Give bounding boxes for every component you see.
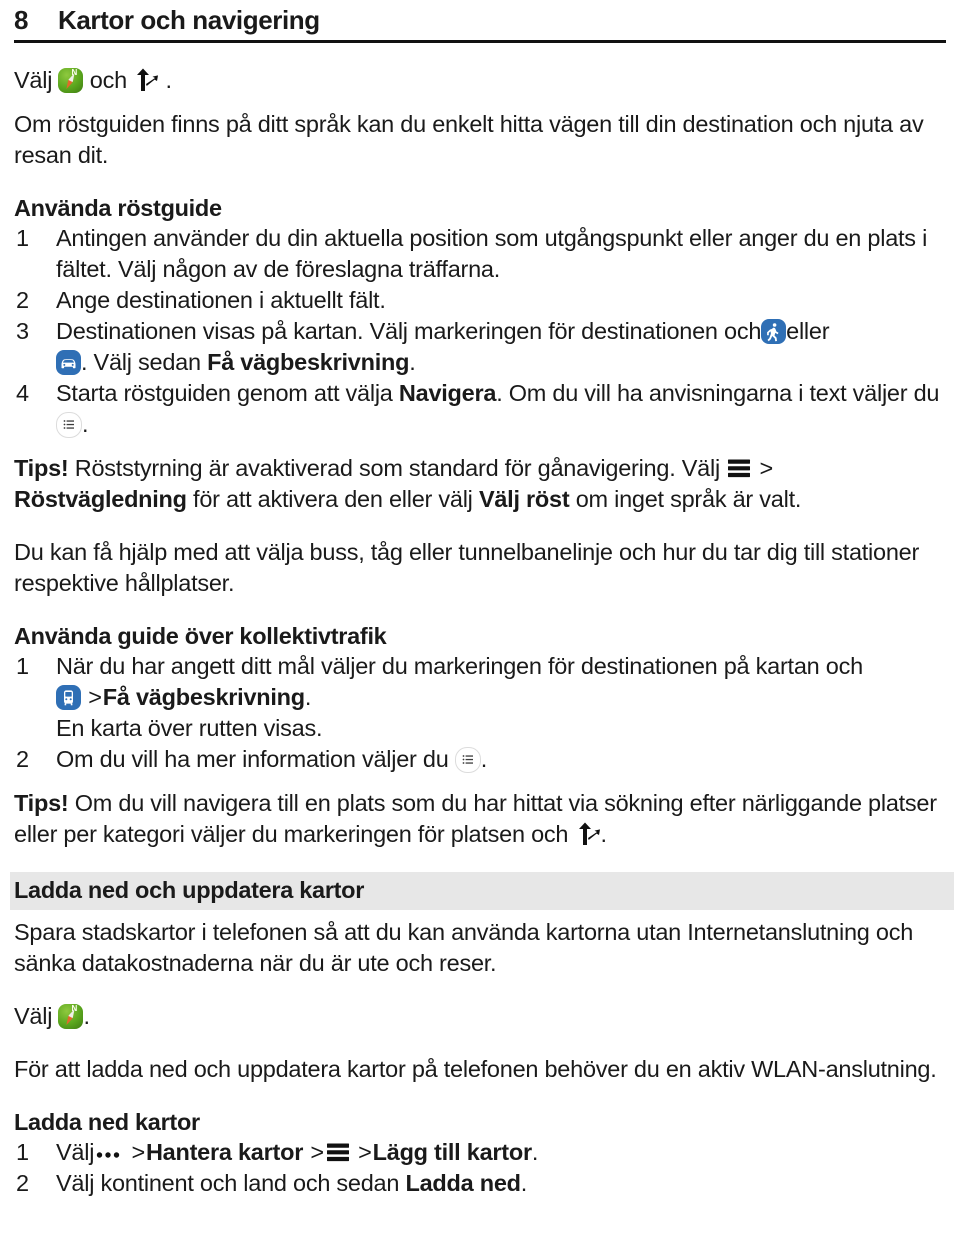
download-sep-1: > xyxy=(131,1139,145,1165)
list-item: 2 Välj kontinent och land och sedan Ladd… xyxy=(14,1168,946,1199)
navigate-bold: Navigera xyxy=(398,380,497,406)
list-item: 1 Välj >Hantera kartor > >Lägg till kart… xyxy=(14,1137,946,1168)
list-item: 3 Destinationen visas på kartan. Välj ma… xyxy=(14,316,946,378)
select-maps-line: Välj N och . xyxy=(14,65,946,96)
list-item-text-d: . xyxy=(409,349,416,375)
download-maps-list: 1 Välj >Hantera kartor > >Lägg till kart… xyxy=(14,1137,946,1199)
list-item-text: Ange destinationen i aktuellt fält. xyxy=(56,287,386,313)
tip-paragraph-2: Tips! Om du vill navigera till en plats … xyxy=(14,788,946,850)
tip-paragraph-1: Tips! Röststyrning är avaktiverad som st… xyxy=(14,453,946,515)
tip2-text-a: Om du vill navigera till en plats som du… xyxy=(14,790,937,847)
list-number: 2 xyxy=(16,287,29,313)
select-label-2: Välj xyxy=(14,1003,53,1029)
and-label: och xyxy=(89,67,127,93)
list-item: 4 Starta röstguiden genom att välja Navi… xyxy=(14,378,946,440)
transit-item1-separator: > xyxy=(88,684,102,710)
download-item1-period: . xyxy=(531,1139,539,1165)
tip1-text-b: för att aktivera den eller välj xyxy=(193,486,473,512)
select-label-3: Välj xyxy=(56,1139,95,1165)
download-bold: Ladda ned xyxy=(405,1170,521,1196)
bus-transit-icon xyxy=(56,685,81,710)
compass-north-letter: N xyxy=(71,1004,77,1013)
more-dots-icon xyxy=(96,1152,120,1158)
list-number: 1 xyxy=(16,653,29,679)
chapter-title: Kartor och navigering xyxy=(58,5,320,35)
list-number: 1 xyxy=(16,1139,29,1165)
compass-maps-icon: N xyxy=(58,1004,84,1029)
transit-item1-subline: En karta över rutten visas. xyxy=(56,715,323,741)
list-number: 2 xyxy=(16,746,29,772)
intro-paragraph: Om röstguiden finns på ditt språk kan du… xyxy=(14,111,924,168)
tip1-text-a: Röststyrning är avaktiverad som standard… xyxy=(74,455,720,481)
voice-guide-list: 1 Antingen använder du din aktuella posi… xyxy=(14,223,946,440)
list-item-text-b: eller xyxy=(786,318,830,344)
list-item-text: Välj kontinent och land och sedan xyxy=(56,1170,400,1196)
download-item2-period: . xyxy=(520,1170,528,1196)
list-item-text: Om du vill ha mer information väljer du xyxy=(56,746,449,772)
transit-item2-period: . xyxy=(480,746,488,772)
period-2: . xyxy=(83,1003,90,1029)
list-item-text: Destinationen visas på kartan. Välj mark… xyxy=(56,318,762,344)
transit-paragraph: Du kan få hjälp med att välja buss, tåg … xyxy=(14,539,920,596)
download-section-heading: Ladda ned och uppdatera kartor xyxy=(10,872,954,910)
compass-north-letter: N xyxy=(71,68,77,77)
pedestrian-walk-icon xyxy=(761,319,787,344)
list-number: 3 xyxy=(16,318,29,344)
navigate-arrow-icon xyxy=(578,822,600,845)
transit-guide-list: 1 När du har angett ditt mål väljer du m… xyxy=(14,651,946,775)
get-directions-bold: Få vägbeskrivning xyxy=(207,349,410,375)
wlan-paragraph: För att ladda ned och uppdatera kartor p… xyxy=(14,1056,937,1082)
list-item: 2 Ange destinationen i aktuellt fält. xyxy=(14,285,946,316)
select-label: Välj xyxy=(14,67,53,93)
period-after-list-icon: . xyxy=(82,411,89,437)
list-view-icon xyxy=(56,412,82,438)
download-sep-2: > xyxy=(310,1139,324,1165)
select-voice-bold: Välj röst xyxy=(478,486,570,512)
list-item: 2 Om du vill ha mer information väljer d… xyxy=(14,744,946,775)
page-header: 8 Kartor och navigering xyxy=(14,0,946,43)
list-number: 1 xyxy=(16,225,29,251)
list-item-text-b: . Om du vill ha anvisningarna i text väl… xyxy=(496,380,940,406)
list-item-text: Antingen använder du din aktuella positi… xyxy=(56,225,928,282)
list-item-text: När du har angett ditt mål väljer du mar… xyxy=(56,653,863,679)
hamburger-menu-icon xyxy=(326,1143,349,1162)
manage-maps-bold: Hantera kartor xyxy=(145,1139,304,1165)
document-page: 8 Kartor och navigering Välj N och . Om … xyxy=(0,0,960,1242)
tip1-text-c: om inget språk är valt. xyxy=(575,486,802,512)
transit-guide-heading: Använda guide över kollektivtrafik xyxy=(14,623,387,649)
download-paragraph: Spara stadskartor i telefonen så att du … xyxy=(14,919,914,976)
list-view-icon xyxy=(454,747,481,773)
select-maps-line-2: Välj N . xyxy=(14,1001,946,1032)
page-number: 8 xyxy=(14,5,29,35)
list-item: 1 Antingen använder du din aktuella posi… xyxy=(14,223,946,285)
download-sep-3: > xyxy=(358,1139,372,1165)
transit-item1-period: . xyxy=(304,684,312,710)
tips-label-2: Tips! xyxy=(14,790,69,816)
tip2-text-b: . xyxy=(600,821,608,847)
get-directions-bold-2: Få vägbeskrivning xyxy=(102,684,305,710)
list-number: 4 xyxy=(16,380,29,406)
period-1: . xyxy=(165,67,172,93)
tip1-separator: > xyxy=(759,455,774,481)
tips-label: Tips! xyxy=(14,455,69,481)
list-item-text: Starta röstguiden genom att välja xyxy=(56,380,393,406)
voice-guide-heading: Använda röstguide xyxy=(14,195,222,221)
voice-guidance-bold: Röstvägledning xyxy=(14,486,187,512)
list-item-text-c: . Välj sedan xyxy=(81,349,201,375)
add-maps-bold: Lägg till kartor xyxy=(372,1139,532,1165)
compass-maps-icon: N xyxy=(58,68,84,93)
list-item: 1 När du har angett ditt mål väljer du m… xyxy=(14,651,946,744)
list-number: 2 xyxy=(16,1170,29,1196)
car-drive-icon xyxy=(56,350,81,375)
navigate-arrow-icon xyxy=(137,68,159,91)
hamburger-menu-icon xyxy=(728,459,751,478)
download-maps-subheading: Ladda ned kartor xyxy=(14,1109,200,1135)
